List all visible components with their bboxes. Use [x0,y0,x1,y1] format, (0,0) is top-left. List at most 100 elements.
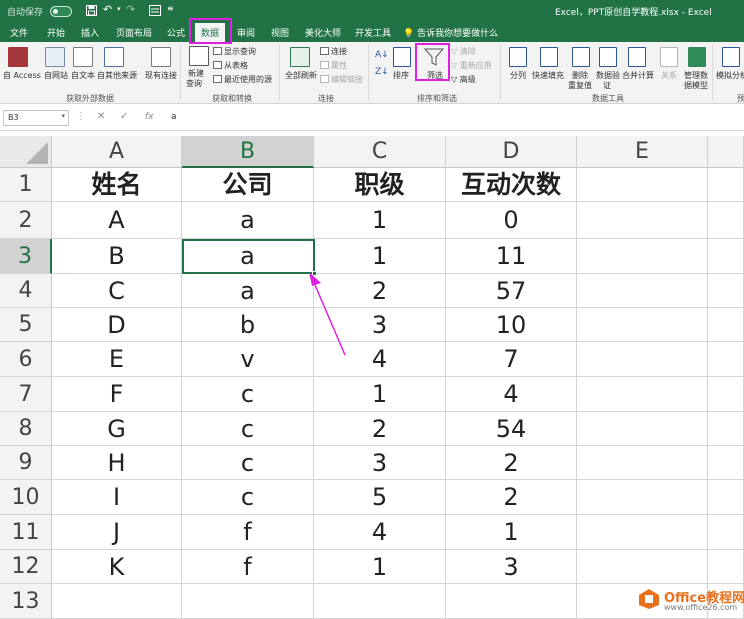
tab-formulas[interactable]: 公式 [167,26,185,39]
tab-review[interactable]: 审阅 [237,26,255,39]
column-header-a[interactable]: A [52,136,182,168]
table-cell[interactable] [708,342,744,377]
row-header-11[interactable]: 11 [0,515,52,550]
cancel-entry-icon[interactable]: ✕ [97,111,105,122]
table-cell[interactable]: A [52,202,182,239]
table-cell[interactable] [708,308,744,342]
row-header-8[interactable]: 8 [0,412,52,446]
column-header-d[interactable]: D [446,136,577,168]
table-cell[interactable]: C [52,274,182,308]
confirm-entry-icon[interactable]: ✓ [120,111,128,122]
name-box[interactable]: B3 ▾ [3,110,69,126]
row-header-10[interactable]: 10 [0,480,52,515]
save-icon[interactable] [86,5,97,16]
form-icon[interactable] [149,5,161,16]
undo-dropdown-icon[interactable]: ▾ [117,5,121,13]
table-cell[interactable] [708,202,744,239]
redo-icon[interactable]: ↷ [126,3,135,16]
sort-ascending-icon[interactable]: A↓ [375,50,389,60]
table-cell[interactable]: f [182,515,314,550]
text-to-columns-button[interactable]: 分列 [510,70,526,81]
from-web-button[interactable]: 自网站 [44,70,68,81]
insert-function-icon[interactable]: fx [145,112,154,122]
table-cell[interactable] [577,412,708,446]
row-header-5[interactable]: 5 [0,308,52,342]
table-cell[interactable]: 5 [314,480,446,515]
table-cell[interactable] [708,446,744,480]
table-cell[interactable] [52,584,182,619]
show-queries-button[interactable]: 显示查询 [213,46,256,57]
table-cell[interactable] [182,584,314,619]
table-cell[interactable]: G [52,412,182,446]
formula-input[interactable]: a [165,110,744,126]
table-cell[interactable] [708,480,744,515]
table-cell[interactable]: c [182,480,314,515]
tab-page-layout[interactable]: 页面布局 [116,26,152,39]
table-cell[interactable]: 54 [446,412,577,446]
table-cell[interactable]: 11 [446,239,577,274]
tab-developer[interactable]: 开发工具 [355,26,391,39]
table-cell[interactable] [446,584,577,619]
table-cell[interactable] [708,168,744,202]
table-cell[interactable]: c [182,377,314,412]
autosave-toggle[interactable] [50,6,72,17]
table-cell[interactable]: J [52,515,182,550]
consolidate-button[interactable]: 合并计算 [622,70,654,81]
column-header-c[interactable]: C [314,136,446,168]
new-query-button-line2[interactable]: 查询 [186,78,202,89]
column-header-b[interactable]: B [182,136,314,168]
column-header-e[interactable]: E [577,136,708,168]
sort-button[interactable]: 排序 [393,70,409,81]
connections-button[interactable]: 连接 [320,46,347,57]
table-cell[interactable]: 4 [314,342,446,377]
table-cell[interactable]: 3 [314,308,446,342]
table-cell[interactable]: 10 [446,308,577,342]
what-if-analysis-button[interactable]: 模拟分析 [716,70,744,81]
table-cell[interactable]: 4 [314,515,446,550]
table-cell[interactable]: K [52,550,182,584]
table-cell[interactable]: 0 [446,202,577,239]
table-cell[interactable]: 2 [314,274,446,308]
table-cell[interactable]: B [52,239,182,274]
tab-data[interactable]: 数据 [195,23,226,42]
table-cell[interactable] [708,515,744,550]
table-cell[interactable]: F [52,377,182,412]
clear-button[interactable]: ▽ 清除 [451,46,476,57]
name-box-dropdown-icon[interactable]: ▾ [61,112,65,120]
table-cell[interactable]: 1 [314,377,446,412]
table-cell[interactable] [577,342,708,377]
row-header-3[interactable]: 3 [0,239,52,274]
row-header-13[interactable]: 13 [0,584,52,619]
tab-file[interactable]: 文件 [10,26,28,39]
row-header-2[interactable]: 2 [0,202,52,239]
select-all-button[interactable] [0,136,52,168]
row-header-6[interactable]: 6 [0,342,52,377]
fill-handle[interactable] [312,271,317,276]
tab-view[interactable]: 视图 [271,26,289,39]
tell-me-box[interactable]: 💡 告诉我你想要做什么 [403,26,498,39]
from-other-sources-button[interactable]: 自其他来源 [97,70,137,81]
table-cell[interactable] [577,274,708,308]
table-header-cell[interactable]: 职级 [314,168,446,202]
table-header-cell[interactable]: 互动次数 [446,168,577,202]
table-cell[interactable]: b [182,308,314,342]
from-table-button[interactable]: 从表格 [213,60,248,71]
table-cell[interactable]: D [52,308,182,342]
table-cell[interactable]: 57 [446,274,577,308]
refresh-all-button[interactable]: 全部刷新 [285,70,317,81]
table-header-cell[interactable]: 姓名 [52,168,182,202]
table-cell[interactable] [708,239,744,274]
table-cell[interactable] [708,550,744,584]
table-cell[interactable]: 4 [446,377,577,412]
tab-beautify-master[interactable]: 美化大师 [305,26,341,39]
table-cell[interactable] [577,446,708,480]
table-cell[interactable] [577,550,708,584]
row-header-4[interactable]: 4 [0,274,52,308]
table-cell[interactable]: 1 [314,239,446,274]
table-cell[interactable]: 2 [314,412,446,446]
table-cell[interactable]: 1 [314,202,446,239]
advanced-button[interactable]: ▽ 高级 [451,74,476,85]
flash-fill-button[interactable]: 快速填充 [532,70,564,81]
tab-home[interactable]: 开始 [47,26,65,39]
table-cell[interactable]: I [52,480,182,515]
